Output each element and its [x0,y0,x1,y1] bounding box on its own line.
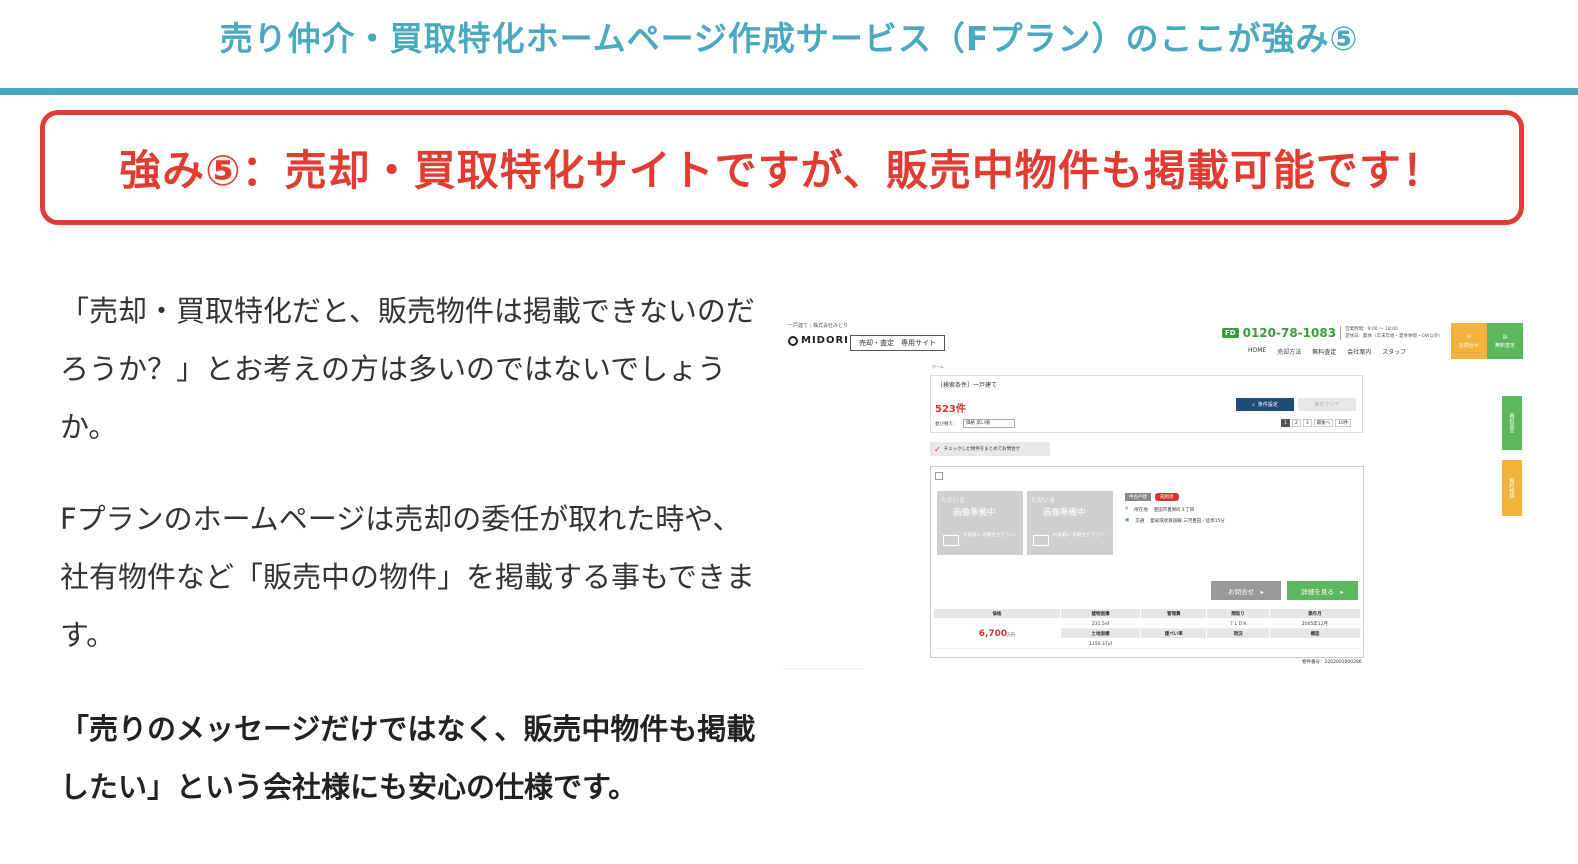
page-last[interactable]: 最後へ [1313,419,1334,427]
spec-header: 間取り [1206,608,1270,619]
nav-home[interactable]: HOME [1248,347,1266,356]
per-page-select[interactable]: 10件 [1335,419,1352,427]
document-icon: ▤ [1502,333,1508,340]
location-pin-icon: ⚲ [1125,507,1129,512]
train-icon: ▣ [1125,518,1130,523]
land-area: 1150.37㎡ [1060,638,1141,649]
search-panel: ［検索条件］一戸建て 523件 ⌕ 条件設定 条件クリア 並び替え： 価格 高い… [930,375,1363,433]
header-assess-button[interactable]: ▤ 無料査定 [1487,323,1523,359]
spec-header: 築年月 [1268,608,1362,619]
page-3[interactable]: 3 [1302,419,1312,427]
envelope-icon [943,535,959,546]
price-value: 6,700 [978,628,1008,639]
spec-header: 現況 [1206,628,1270,639]
result-count: 523件 [935,404,966,415]
header-inquiry-label: お問合せ [1458,342,1479,349]
property-type-tag: 中古戸建 [1125,493,1151,501]
coverage-ratio [1140,638,1207,649]
nav-company[interactable]: 会社案内 [1347,347,1371,356]
bulk-inquiry-label: チェックした物件をまとめてお問合せ [943,447,1021,452]
nav-sell-method[interactable]: 売却方法 [1277,347,1301,356]
listing-inquiry-button[interactable]: お問合せ ▸ [1211,581,1281,600]
access-value: 愛知環状鉄道線 三河豊田／徒歩15分 [1150,519,1225,524]
free-dial-icon: FD [1222,328,1239,338]
property-listing: ただいま 画像準備中 お気軽に お問合せ下さい。 ただいま 画像準備中 お気軽に… [930,466,1364,658]
check-icon: ✓ [934,444,941,454]
property-photo-placeholder: ただいま 画像準備中 お気軽に お問合せ下さい。 [937,491,1023,555]
spec-header: 管理費 [1140,608,1208,619]
site-tagline: 一戸建て｜株式会社みどり [788,323,849,329]
pagination: 1 2 3 最後へ 10件 [1281,419,1352,427]
logo-text: MIDORI [801,335,849,346]
hours-line-2: 定休日：無休（年末年始・夏季休暇・GW以外） [1345,334,1443,339]
management-fee [1140,618,1207,629]
site-badge: 売却・査定 専用サイト [850,335,945,351]
spec-header: 建ぺい率 [1140,628,1208,639]
set-condition-label: 条件設定 [1257,402,1278,408]
divider [782,668,862,669]
site-nav: HOME 売却方法 無料査定 会社案内 スタッフ [1248,347,1406,356]
photo-contact-text: お気軽に お問合せ下さい。 [963,533,1019,538]
sort-label: 並び替え： [935,422,958,427]
photo-now-text: ただいま [1031,497,1056,504]
photo-preparing-text: 画像準備中 [953,508,996,518]
listing-checkbox[interactable] [935,472,943,480]
side-consult-tab[interactable]: 無料相談 [1502,460,1522,516]
property-spec-table: 価格 建物面積 管理費 間取り 築年月 6,700万円 231.5㎡ ７ＬＤＫ … [933,608,1362,649]
phone-number[interactable]: 0120-78-1083 [1243,326,1336,340]
location-row: ⚲ 所在地 豊田市豊栄町３丁目 [1125,507,1194,513]
search-icon: ⌕ [1252,401,1255,408]
search-condition: ［検索条件］一戸建て [937,382,998,389]
property-photo-placeholder: ただいま 画像準備中 お気軽に お問合せ下さい。 [1027,491,1113,555]
listing-detail-button[interactable]: 詳細を見る ▸ [1287,581,1358,600]
set-condition-button[interactable]: ⌕ 条件設定 [1236,398,1294,411]
spec-header: 構造 [1268,628,1362,639]
layout: ７ＬＤＫ [1206,618,1270,629]
built-date: 2005年12月 [1269,618,1361,629]
website-screenshot: 一戸建て｜株式会社みどり MIDORI 売却・査定 専用サイト FD 0120-… [782,318,1530,680]
price-cell: 6,700万円 [933,618,1061,649]
hours-line-1: 営業時間：9:00 ～ 18:00 [1345,327,1398,332]
building-area: 231.5㎡ [1060,618,1141,629]
access-row: ▣ 交通 愛知環状鉄道線 三河豊田／徒歩15分 [1125,518,1225,524]
location-label: 所在地 [1134,508,1148,513]
title-divider [0,88,1578,95]
photo-contact-text: お気軽に お問合せ下さい。 [1053,533,1109,538]
spec-header: 土地面積 [1059,628,1142,639]
slide-title: 売り仲介・買取特化ホームページ作成サービス（Fプラン）のここが強み⑤ [219,19,1359,58]
sort-select[interactable]: 価格 高い順 [963,419,1015,428]
mail-icon: ✉ [1466,333,1472,340]
current-status [1206,638,1270,649]
paragraph-explanation: Fプランのホームページは売却の委任が取れた時や、社有物件など「販売中の物件」を掲… [60,502,755,652]
header-inquiry-button[interactable]: ✉ お問合せ [1451,323,1487,359]
page-2[interactable]: 2 [1291,419,1301,427]
logo-mark-icon [788,335,798,346]
page-1[interactable]: 1 [1281,419,1290,427]
breadcrumb[interactable]: ホーム [932,364,944,370]
headline-box: 強み⑤：売却・買取特化サイトですが、販売中物件も掲載可能です！ [40,110,1524,225]
price-unit: 万円 [1007,632,1015,637]
photo-now-text: ただいま [941,497,966,504]
structure [1269,638,1361,649]
nav-free-assess[interactable]: 無料査定 [1312,347,1336,356]
paragraph-question: 「売却・買取特化だと、販売物件は掲載できないのだろうか？」とお考えの方は多いので… [60,294,755,444]
header-assess-label: 無料査定 [1494,342,1515,349]
headline: 強み⑤：売却・買取特化サイトですが、販売中物件も掲載可能です！ [119,146,1445,195]
location-value: 豊田市豊栄町３丁目 [1153,508,1195,513]
property-number: 物件番号：2202001000286 [1302,660,1362,665]
site-logo[interactable]: MIDORI [788,335,849,346]
business-hours: 営業時間：9:00 ～ 18:00 定休日：無休（年末年始・夏季休暇・GW以外） [1340,326,1443,340]
envelope-icon [1033,535,1049,546]
phone-block: FD 0120-78-1083 営業時間：9:00 ～ 18:00 定休日：無休… [1222,326,1443,340]
spec-header: 価格 [933,608,1061,619]
bulk-inquiry-button[interactable]: ✓ チェックした物件をまとめてお問合せ [930,442,1050,456]
paragraph-conclusion: 「売りのメッセージだけではなく、販売中物件も掲載したい」という会社様にも安心の仕… [60,712,756,804]
access-label: 交通 [1135,519,1145,524]
side-assess-tab[interactable]: 無料査定 [1502,396,1522,450]
photo-preparing-text: 画像準備中 [1043,508,1086,518]
property-status-tag: 成約済 [1155,493,1179,501]
nav-staff[interactable]: スタッフ [1382,347,1406,356]
spec-header: 建物面積 [1059,608,1142,619]
clear-condition-button[interactable]: 条件クリア [1298,398,1356,411]
